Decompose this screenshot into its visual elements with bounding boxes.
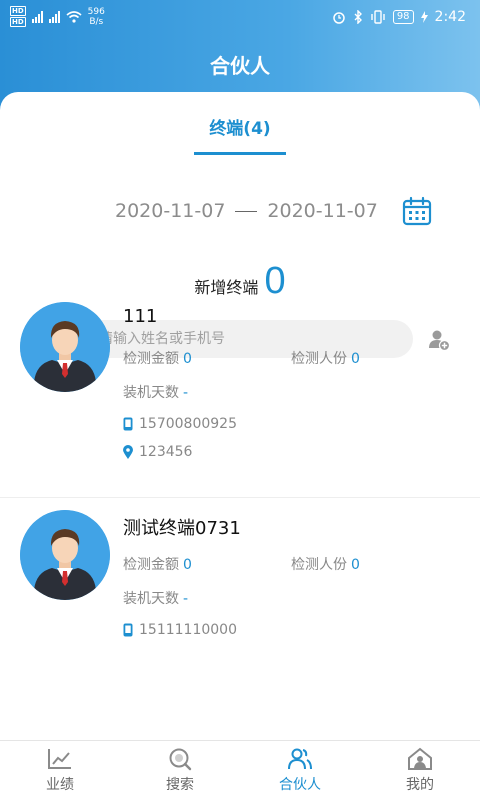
people-field: 检测人份 0: [291, 554, 360, 574]
bottom-tab-bar: 业绩 搜索 合伙人 我的: [0, 740, 480, 800]
bluetooth-icon: [354, 10, 362, 24]
phone-row: 15111110000: [123, 622, 237, 638]
days-field: 装机天数 -: [123, 382, 188, 402]
date-range[interactable]: 2020-11-07 2020-11-07: [115, 200, 378, 222]
people-label: 检测人份: [291, 351, 347, 367]
tabbar-label: 我的: [406, 777, 434, 793]
amount-field: 检测金额 0: [123, 348, 192, 368]
hd-indicator-icon: HD HD: [10, 6, 26, 27]
list-item[interactable]: 111 检测金额 0 检测人份 0 装机天数 - 15700800925 123456: [0, 290, 480, 498]
amount-value: 0: [183, 351, 192, 367]
calendar-icon[interactable]: [402, 196, 432, 226]
vibrate-icon: [371, 10, 385, 24]
avatar: [20, 510, 110, 600]
tabbar-item-performance[interactable]: 业绩: [0, 741, 120, 800]
tab-terminals[interactable]: 终端(4): [0, 114, 480, 139]
partner-icon: [288, 748, 312, 770]
tabbar-item-partner[interactable]: 合伙人: [240, 741, 360, 800]
address: 123456: [139, 444, 193, 460]
search-icon: [169, 748, 192, 771]
charging-icon: [420, 11, 428, 23]
avatar: [20, 302, 110, 392]
address-row: 123456: [123, 444, 192, 460]
people-value: 0: [351, 351, 360, 367]
clock: 2:42: [434, 9, 466, 25]
days-value: -: [183, 591, 189, 607]
phone-row: 15700800925: [123, 416, 237, 432]
date-separator: [235, 210, 258, 212]
terminal-name: 测试终端0731: [123, 518, 241, 539]
phone-number: 15700800925: [139, 416, 237, 432]
tabbar-item-search[interactable]: 搜索: [120, 741, 240, 800]
amount-label: 检测金额: [123, 351, 179, 367]
signal-icon: [31, 11, 43, 23]
phone-number: 15111110000: [139, 622, 237, 638]
days-label: 装机天数: [123, 591, 179, 607]
battery-indicator: 98: [392, 10, 414, 24]
amount-value: 0: [183, 557, 192, 573]
chart-icon: [48, 749, 71, 769]
tabbar-label: 业绩: [46, 777, 74, 793]
amount-field: 检测金额 0: [123, 554, 192, 574]
location-pin-icon: [123, 445, 133, 459]
list-item[interactable]: 测试终端0731 检测金额 0 检测人份 0 装机天数 - 15111110000: [0, 498, 480, 668]
wifi-icon: [66, 11, 82, 23]
alarm-icon: [333, 12, 345, 24]
tab-indicator: [194, 152, 286, 155]
terminal-list: 111 检测金额 0 检测人份 0 装机天数 - 15700800925 123456: [0, 290, 480, 668]
signal-icon: [48, 11, 60, 23]
end-date[interactable]: 2020-11-07: [267, 200, 377, 222]
people-value: 0: [351, 557, 360, 573]
phone-icon: [123, 417, 133, 431]
home-user-icon: [408, 747, 432, 770]
people-label: 检测人份: [291, 557, 347, 573]
network-speed: 596 B/s: [87, 7, 105, 27]
days-label: 装机天数: [123, 385, 179, 401]
amount-label: 检测金额: [123, 557, 179, 573]
page-title: 合伙人: [210, 54, 270, 78]
days-field: 装机天数 -: [123, 588, 188, 608]
days-value: -: [183, 385, 189, 401]
tabbar-label: 合伙人: [279, 777, 321, 793]
people-field: 检测人份 0: [291, 348, 360, 368]
phone-icon: [123, 623, 133, 637]
tabbar-item-mine[interactable]: 我的: [360, 741, 480, 800]
tabbar-label: 搜索: [166, 777, 194, 793]
terminal-name: 111: [123, 306, 158, 327]
status-bar: HD HD 596 B/s 98 2:42: [0, 0, 480, 36]
start-date[interactable]: 2020-11-07: [115, 200, 225, 222]
